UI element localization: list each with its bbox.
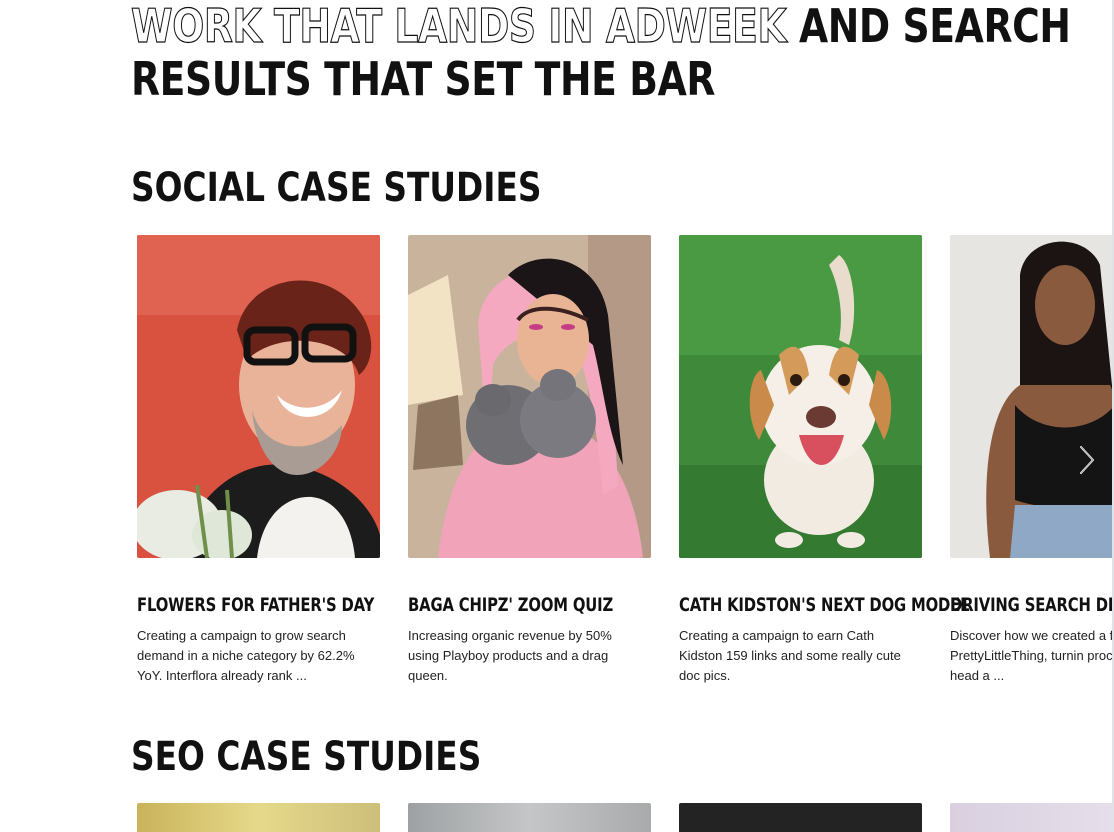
case-study-image[interactable] <box>679 235 922 558</box>
page-headline: WORK THAT LANDS IN ADWEEK AND SEARCH RES… <box>131 0 1071 106</box>
case-study-image[interactable] <box>950 235 1114 558</box>
case-study-card[interactable]: FLOWERS FOR FATHER'S DAY Creating a camp… <box>137 235 380 686</box>
social-case-studies-title: SOCIAL CASE STUDIES <box>131 165 542 211</box>
seo-case-study-image[interactable] <box>408 803 651 832</box>
headline-solid-text-1: AND SEARCH <box>798 0 1071 53</box>
seo-case-study-image[interactable] <box>137 803 380 832</box>
seo-case-study-image[interactable] <box>679 803 922 832</box>
case-study-description: Creating a campaign to grow search deman… <box>137 628 355 683</box>
headline-outline-text: WORK THAT LANDS IN ADWEEK <box>131 0 788 53</box>
seo-case-studies-title: SEO CASE STUDIES <box>131 734 482 780</box>
case-study-description: Creating a campaign to earn Cath Kidston… <box>679 628 901 683</box>
case-study-description: Increasing organic revenue by 50% using … <box>408 628 612 683</box>
headline-solid-text-2: RESULTS THAT SET THE BAR <box>131 52 715 106</box>
case-study-title[interactable]: FLOWERS FOR FATHER'S DAY <box>137 594 374 616</box>
case-study-image[interactable] <box>408 235 651 558</box>
case-study-card[interactable]: CATH KIDSTON'S NEXT DOG MODEL Creating a… <box>679 235 970 686</box>
case-study-description: Discover how we created a for PrettyLitt… <box>950 628 1114 683</box>
chevron-right-icon <box>1080 446 1094 474</box>
case-study-title[interactable]: BAGA CHIPZ' ZOOM QUIZ <box>408 594 613 616</box>
seo-case-study-image[interactable] <box>950 803 1114 832</box>
case-study-image[interactable] <box>137 235 380 558</box>
seo-carousel <box>137 803 1114 832</box>
case-study-title[interactable]: CATH KIDSTON'S NEXT DOG MODEL <box>679 594 970 616</box>
page: WORK THAT LANDS IN ADWEEK AND SEARCH RES… <box>0 0 1114 832</box>
carousel-next-button[interactable] <box>1074 445 1100 475</box>
social-carousel: FLOWERS FOR FATHER'S DAY Creating a camp… <box>137 235 1114 705</box>
case-study-title[interactable]: DRIVING SEARCH DEMAND <box>950 594 1114 616</box>
case-study-card[interactable]: BAGA CHIPZ' ZOOM QUIZ Increasing organic… <box>408 235 651 686</box>
